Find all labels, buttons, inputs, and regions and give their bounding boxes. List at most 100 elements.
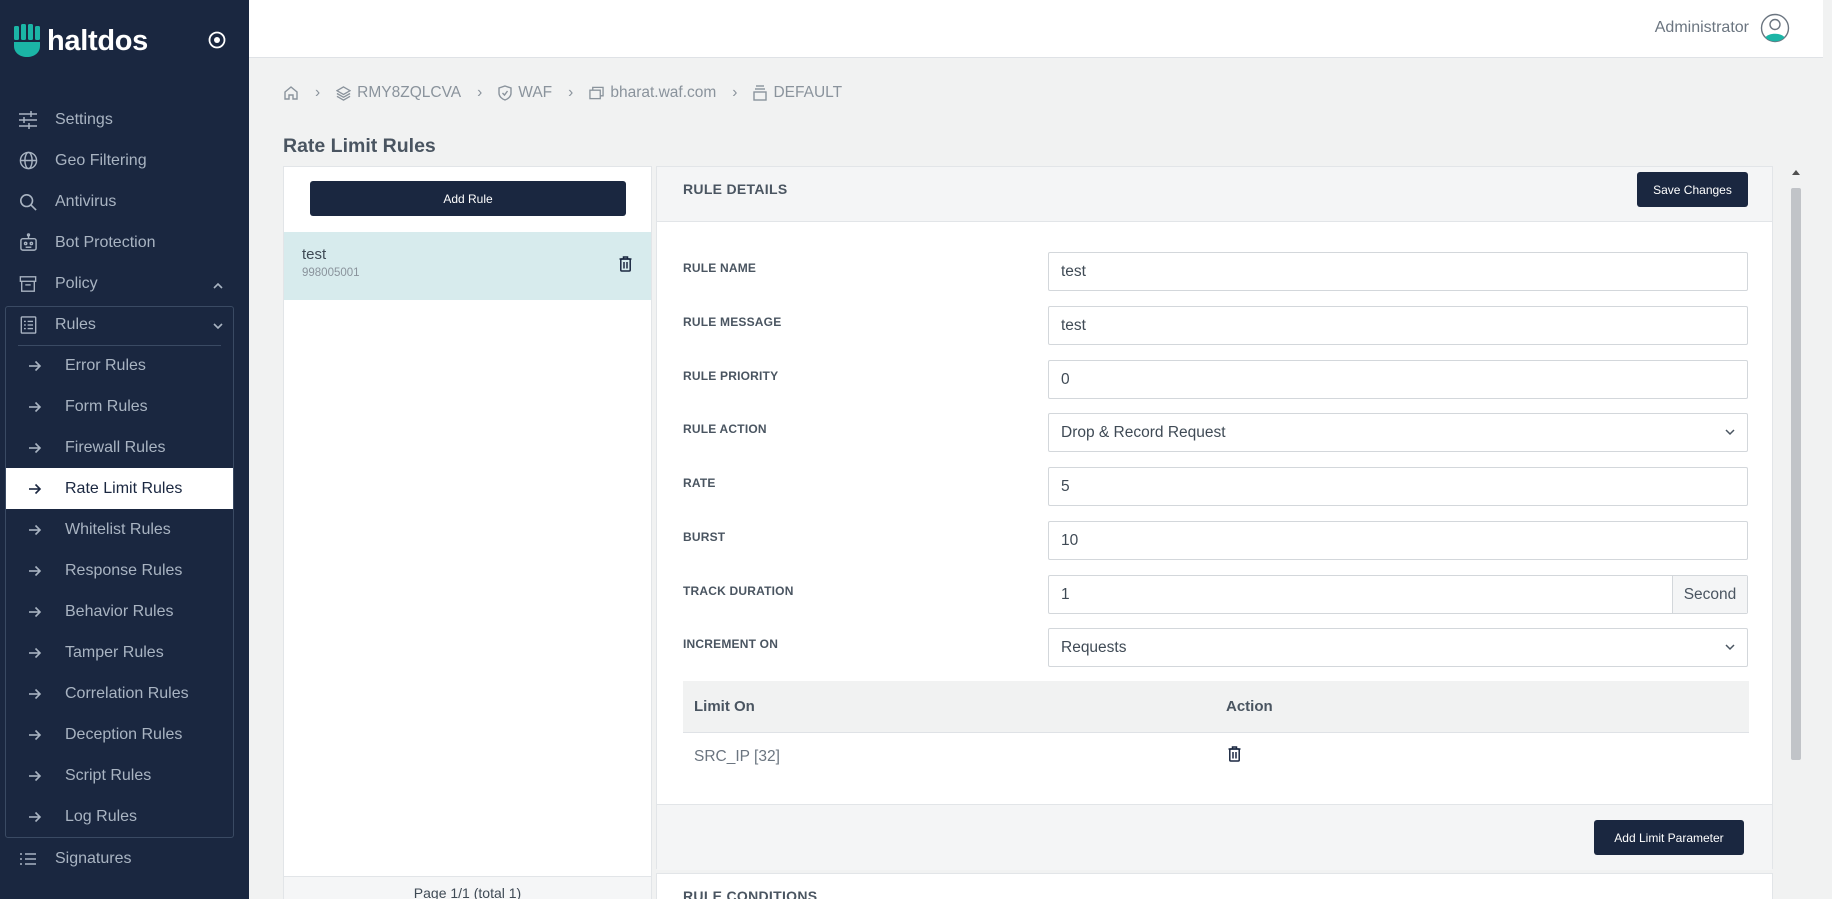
home-icon	[284, 86, 298, 100]
rule-list-item-name: test	[302, 246, 327, 263]
breadcrumb-item-host[interactable]: bharat.waf.com	[589, 84, 716, 102]
page-scrollbar[interactable]	[1823, 0, 1832, 899]
sidebar-item-label: Geo Filtering	[55, 151, 147, 169]
arrow-right-icon	[28, 811, 44, 823]
target-icon	[208, 31, 226, 49]
arrow-right-icon	[28, 524, 44, 536]
rule-list-item[interactable]: test 998005001	[284, 232, 651, 300]
sidebar-toggle-button[interactable]	[207, 30, 227, 50]
sidebar-item-log-rules[interactable]: Log Rules	[6, 796, 233, 837]
sidebar-item-tamper-rules[interactable]: Tamper Rules	[6, 632, 233, 673]
breadcrumb-home[interactable]	[283, 85, 299, 101]
arrow-right-icon	[28, 442, 44, 454]
sliders-icon	[18, 110, 38, 130]
sidebar-item-label: Correlation Rules	[65, 684, 189, 702]
sidebar-item-deception-rules[interactable]: Deception Rules	[6, 714, 233, 755]
add-limit-parameter-button[interactable]: Add Limit Parameter	[1594, 820, 1744, 855]
burst-label: BURST	[683, 530, 726, 544]
rule-name-input[interactable]: test	[1048, 252, 1748, 291]
sidebar-item-bot-protection[interactable]: Bot Protection	[0, 222, 249, 263]
trash-icon[interactable]	[619, 256, 632, 277]
arrow-right-icon	[28, 483, 44, 495]
rule-conditions-title: RULE CONDITIONS	[683, 888, 818, 899]
sidebar-item-rate-limit-rules[interactable]: Rate Limit Rules	[6, 468, 233, 509]
breadcrumb-item-profile[interactable]: RMY8ZQLCVA	[336, 84, 461, 102]
rule-conditions-panel: RULE CONDITIONS	[656, 873, 1773, 899]
scrollbar-thumb[interactable]	[1791, 188, 1801, 760]
breadcrumb-separator: ›	[568, 84, 574, 101]
search-icon	[18, 192, 38, 212]
sidebar-item-label: Policy	[55, 274, 98, 292]
window-icon	[589, 86, 605, 100]
sidebar-item-signatures[interactable]: Signatures	[0, 838, 249, 879]
sidebar-item-label: Bot Protection	[55, 233, 156, 251]
sidebar-item-form-rules[interactable]: Form Rules	[6, 386, 233, 427]
arrow-right-icon	[28, 688, 44, 700]
sidebar-item-policy[interactable]: Policy	[0, 263, 249, 304]
rule-action-select[interactable]: Drop & Record Request	[1048, 413, 1748, 452]
sidebar-item-rules[interactable]: Rules	[0, 304, 249, 345]
sidebar-item-label: Rate Limit Rules	[65, 479, 183, 497]
breadcrumb-item-waf[interactable]: WAF	[498, 84, 552, 102]
rule-priority-input[interactable]: 0	[1048, 360, 1748, 399]
user-menu[interactable]: Administrator	[1655, 13, 1790, 43]
field-value: test	[1061, 262, 1086, 280]
rule-list-panel: Add Rule test 998005001 Page 1/1 (total …	[283, 166, 652, 899]
scroll-up-arrow-icon[interactable]	[1792, 170, 1800, 175]
track-duration-unit: Second	[1672, 576, 1747, 613]
sidebar-item-correlation-rules[interactable]: Correlation Rules	[6, 673, 233, 714]
increment-on-label: INCREMENT ON	[683, 637, 779, 651]
rule-details-header: RULE DETAILS Save Changes	[657, 167, 1772, 222]
page-title: Rate Limit Rules	[283, 135, 436, 157]
robot-icon	[18, 233, 38, 253]
field-value: Drop & Record Request	[1061, 423, 1226, 441]
layers-icon	[336, 85, 352, 101]
content-scrollbar[interactable]	[1789, 166, 1803, 899]
sidebar-item-label: Settings	[55, 110, 113, 128]
arrow-right-icon	[28, 401, 44, 413]
sidebar-item-firewall-rules[interactable]: Firewall Rules	[6, 427, 233, 468]
trash-icon[interactable]	[1228, 746, 1241, 767]
save-changes-button[interactable]: Save Changes	[1637, 172, 1748, 207]
sidebar-item-geo-filtering[interactable]: Geo Filtering	[0, 140, 249, 181]
sidebar-item-response-rules[interactable]: Response Rules	[6, 550, 233, 591]
rule-message-input[interactable]: test	[1048, 306, 1748, 345]
sidebar-item-behavior-rules[interactable]: Behavior Rules	[6, 591, 233, 632]
breadcrumb-item-default[interactable]: DEFAULT	[753, 84, 842, 102]
field-value: 5	[1061, 477, 1070, 495]
rule-action-label: RULE ACTION	[683, 422, 767, 436]
field-value: 1	[1061, 585, 1070, 603]
sidebar-item-antivirus[interactable]: Antivirus	[0, 181, 249, 222]
sidebar-item-error-rules[interactable]: Error Rules	[6, 345, 233, 386]
sidebar-item-script-rules[interactable]: Script Rules	[6, 755, 233, 796]
sidebar-item-label: Script Rules	[65, 766, 152, 784]
track-duration-input[interactable]: 1 Second	[1048, 575, 1748, 614]
sidebar-item-settings[interactable]: Settings	[0, 99, 249, 140]
sidebar-item-whitelist-rules[interactable]: Whitelist Rules	[6, 509, 233, 550]
list-icon	[18, 849, 38, 869]
rule-name-label: RULE NAME	[683, 261, 757, 275]
archive-icon	[18, 274, 38, 294]
rule-details-footer: Add Limit Parameter	[657, 804, 1772, 870]
sidebar-item-label: Log Rules	[65, 807, 138, 825]
brand-logo[interactable]: haltdos	[12, 24, 148, 58]
pagination-status: Page 1/1 (total 1)	[284, 876, 651, 899]
breadcrumb-label: DEFAULT	[773, 84, 843, 101]
field-value: 10	[1061, 531, 1079, 549]
field-value: test	[1061, 316, 1086, 334]
column-header-action: Action	[1226, 698, 1273, 715]
increment-on-select[interactable]: Requests	[1048, 628, 1748, 667]
chevron-down-icon	[1725, 644, 1735, 651]
rate-input[interactable]: 5	[1048, 467, 1748, 506]
table-row: SRC_IP [32]	[683, 733, 1749, 785]
sidebar-item-label: Deception Rules	[65, 725, 183, 743]
sidebar-item-label: Behavior Rules	[65, 602, 174, 620]
sidebar-item-label: Whitelist Rules	[65, 520, 171, 538]
shield-icon	[498, 85, 512, 101]
sidebar-item-label: Response Rules	[65, 561, 183, 579]
arrow-right-icon	[28, 606, 44, 618]
burst-input[interactable]: 10	[1048, 521, 1748, 560]
add-rule-button[interactable]: Add Rule	[310, 181, 626, 216]
breadcrumb-label: WAF	[518, 84, 553, 101]
rule-details-panel: RULE DETAILS Save Changes RULE NAME test…	[656, 166, 1773, 870]
